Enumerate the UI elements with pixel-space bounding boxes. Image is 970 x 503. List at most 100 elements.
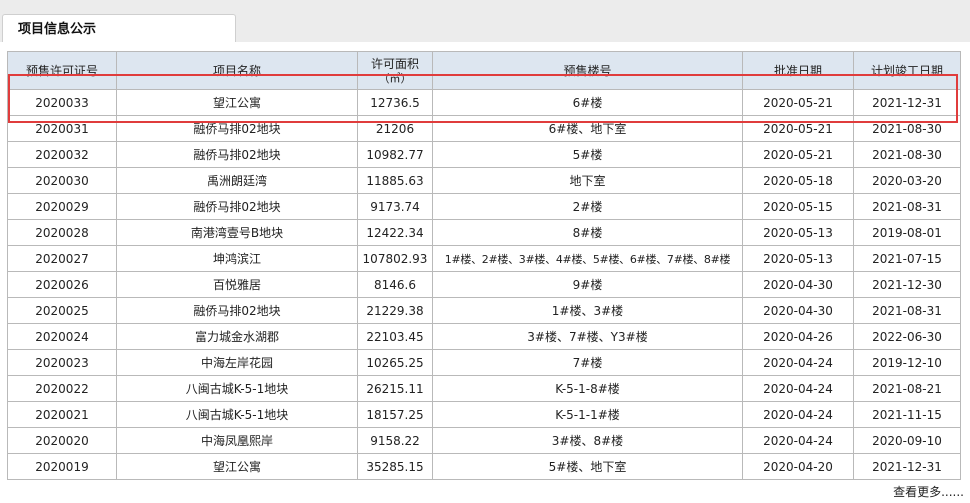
cell-area: 12736.5 — [357, 89, 433, 116]
table-row: 2020025 融侨马排02地块 21229.38 1#楼、3#楼 2020-04-30… — [7, 297, 961, 324]
cell-permit-no: 2020022 — [7, 375, 117, 402]
cell-completion-date: 2021-08-21 — [853, 375, 961, 402]
cell-area: 9173.74 — [357, 193, 433, 220]
cell-permit-no: 2020028 — [7, 219, 117, 246]
table-row: 2020024 富力城金水湖郡 22103.45 3#楼、7#楼、Y3#楼 2020-0… — [7, 323, 961, 350]
cell-completion-date: 2021-08-30 — [853, 115, 961, 142]
cell-completion-date: 2021-08-31 — [853, 193, 961, 220]
header-approval-date: 批准日期 — [742, 51, 854, 90]
cell-permit-no: 2020020 — [7, 427, 117, 454]
cell-completion-date: 2021-07-15 — [853, 245, 961, 272]
cell-area: 35285.15 — [357, 453, 433, 480]
content-panel: 预售许可证号 项目名称 许可面积 （㎡） 预售楼号 批准日期 计划竣工日期 20… — [0, 42, 970, 503]
table-header-row: 预售许可证号 项目名称 许可面积 （㎡） 预售楼号 批准日期 计划竣工日期 — [7, 51, 961, 90]
cell-permit-no: 2020023 — [7, 349, 117, 376]
cell-completion-date: 2021-08-31 — [853, 297, 961, 324]
project-table: 预售许可证号 项目名称 许可面积 （㎡） 预售楼号 批准日期 计划竣工日期 20… — [7, 51, 961, 480]
cell-approval-date: 2020-05-21 — [742, 141, 854, 168]
cell-buildings: 地下室 — [432, 167, 743, 194]
cell-area: 9158.22 — [357, 427, 433, 454]
header-permit-no: 预售许可证号 — [7, 51, 117, 90]
cell-area: 8146.6 — [357, 271, 433, 298]
cell-project-name: 融侨马排02地块 — [116, 115, 358, 142]
cell-approval-date: 2020-05-13 — [742, 219, 854, 246]
cell-buildings: 5#楼、地下室 — [432, 453, 743, 480]
header-completion-date: 计划竣工日期 — [853, 51, 961, 90]
cell-completion-date: 2021-08-30 — [853, 141, 961, 168]
cell-approval-date: 2020-05-18 — [742, 167, 854, 194]
cell-approval-date: 2020-05-15 — [742, 193, 854, 220]
table-row: 2020022 八闽古城K-5-1地块 26215.11 K-5-1-8#楼 2020-… — [7, 375, 961, 402]
cell-area: 21229.38 — [357, 297, 433, 324]
cell-project-name: 八闽古城K-5-1地块 — [116, 375, 358, 402]
cell-permit-no: 2020032 — [7, 141, 117, 168]
cell-approval-date: 2020-04-26 — [742, 323, 854, 350]
cell-approval-date: 2020-05-21 — [742, 89, 854, 116]
table-row: 2020031 融侨马排02地块 21206 6#楼、地下室 2020-05-21 202… — [7, 115, 961, 142]
cell-area: 21206 — [357, 115, 433, 142]
view-more-link[interactable]: 查看更多...... — [893, 483, 964, 500]
table-row: 2020019 望江公寓 35285.15 5#楼、地下室 2020-04-20 2021… — [7, 453, 961, 480]
cell-buildings: 2#楼 — [432, 193, 743, 220]
header-area: 许可面积 （㎡） — [357, 51, 433, 90]
cell-permit-no: 2020021 — [7, 401, 117, 428]
cell-buildings: 3#楼、8#楼 — [432, 427, 743, 454]
cell-completion-date: 2019-12-10 — [853, 349, 961, 376]
cell-project-name: 望江公寓 — [116, 89, 358, 116]
cell-area: 107802.93 — [357, 245, 433, 272]
cell-completion-date: 2019-08-01 — [853, 219, 961, 246]
table-row: 2020030 禹洲朗廷湾 11885.63 地下室 2020-05-18 2020-03… — [7, 167, 961, 194]
cell-permit-no: 2020029 — [7, 193, 117, 220]
cell-permit-no: 2020030 — [7, 167, 117, 194]
header-area-label: 许可面积 — [370, 56, 419, 71]
cell-completion-date: 2022-06-30 — [853, 323, 961, 350]
cell-approval-date: 2020-04-24 — [742, 349, 854, 376]
cell-approval-date: 2020-04-24 — [742, 427, 854, 454]
tab-project-info[interactable]: 项目信息公示 — [2, 14, 236, 42]
cell-buildings: K-5-1-8#楼 — [432, 375, 743, 402]
cell-project-name: 南港湾壹号B地块 — [116, 219, 358, 246]
table-row: 2020023 中海左岸花园 10265.25 7#楼 2020-04-24 2019-1… — [7, 349, 961, 376]
header-project-name: 项目名称 — [116, 51, 358, 90]
cell-project-name: 融侨马排02地块 — [116, 141, 358, 168]
cell-approval-date: 2020-05-21 — [742, 115, 854, 142]
header-buildings: 预售楼号 — [432, 51, 743, 90]
cell-approval-date: 2020-04-30 — [742, 297, 854, 324]
table-row: 2020026 百悦雅居 8146.6 9#楼 2020-04-30 2021-12-30 — [7, 271, 961, 298]
cell-approval-date: 2020-05-13 — [742, 245, 854, 272]
cell-project-name: 望江公寓 — [116, 453, 358, 480]
cell-permit-no: 2020019 — [7, 453, 117, 480]
cell-project-name: 禹洲朗廷湾 — [116, 167, 358, 194]
table-row: 2020020 中海凤凰熙岸 9158.22 3#楼、8#楼 2020-04-24 202… — [7, 427, 961, 454]
cell-approval-date: 2020-04-30 — [742, 271, 854, 298]
table-row: 2020021 八闽古城K-5-1地块 18157.25 K-5-1-1#楼 2020-… — [7, 401, 961, 428]
cell-area: 10982.77 — [357, 141, 433, 168]
cell-buildings: 1#楼、3#楼 — [432, 297, 743, 324]
cell-area: 12422.34 — [357, 219, 433, 246]
table-row: 2020028 南港湾壹号B地块 12422.34 8#楼 2020-05-13 2019… — [7, 219, 961, 246]
cell-buildings: 3#楼、7#楼、Y3#楼 — [432, 323, 743, 350]
tab-bar: 项目信息公示 — [0, 0, 970, 43]
cell-permit-no: 2020027 — [7, 245, 117, 272]
cell-area: 22103.45 — [357, 323, 433, 350]
cell-permit-no: 2020031 — [7, 115, 117, 142]
table-body: 2020033 望江公寓 12736.5 6#楼 2020-05-21 2021-12-3… — [7, 89, 961, 480]
cell-project-name: 中海左岸花园 — [116, 349, 358, 376]
cell-area: 10265.25 — [357, 349, 433, 376]
cell-buildings: 6#楼、地下室 — [432, 115, 743, 142]
cell-project-name: 融侨马排02地块 — [116, 297, 358, 324]
cell-permit-no: 2020026 — [7, 271, 117, 298]
cell-buildings: 7#楼 — [432, 349, 743, 376]
cell-buildings: 6#楼 — [432, 89, 743, 116]
cell-completion-date: 2020-03-20 — [853, 167, 961, 194]
cell-completion-date: 2021-12-30 — [853, 271, 961, 298]
cell-permit-no: 2020024 — [7, 323, 117, 350]
cell-project-name: 富力城金水湖郡 — [116, 323, 358, 350]
cell-project-name: 八闽古城K-5-1地块 — [116, 401, 358, 428]
cell-completion-date: 2020-09-10 — [853, 427, 961, 454]
cell-project-name: 坤鸿滨江 — [116, 245, 358, 272]
cell-project-name: 百悦雅居 — [116, 271, 358, 298]
table-row: 2020027 坤鸿滨江 107802.93 1#楼、2#楼、3#楼、4#楼、5#楼、… — [7, 245, 961, 272]
cell-area: 26215.11 — [357, 375, 433, 402]
cell-buildings: 1#楼、2#楼、3#楼、4#楼、5#楼、6#楼、7#楼、8#楼 — [432, 245, 743, 272]
